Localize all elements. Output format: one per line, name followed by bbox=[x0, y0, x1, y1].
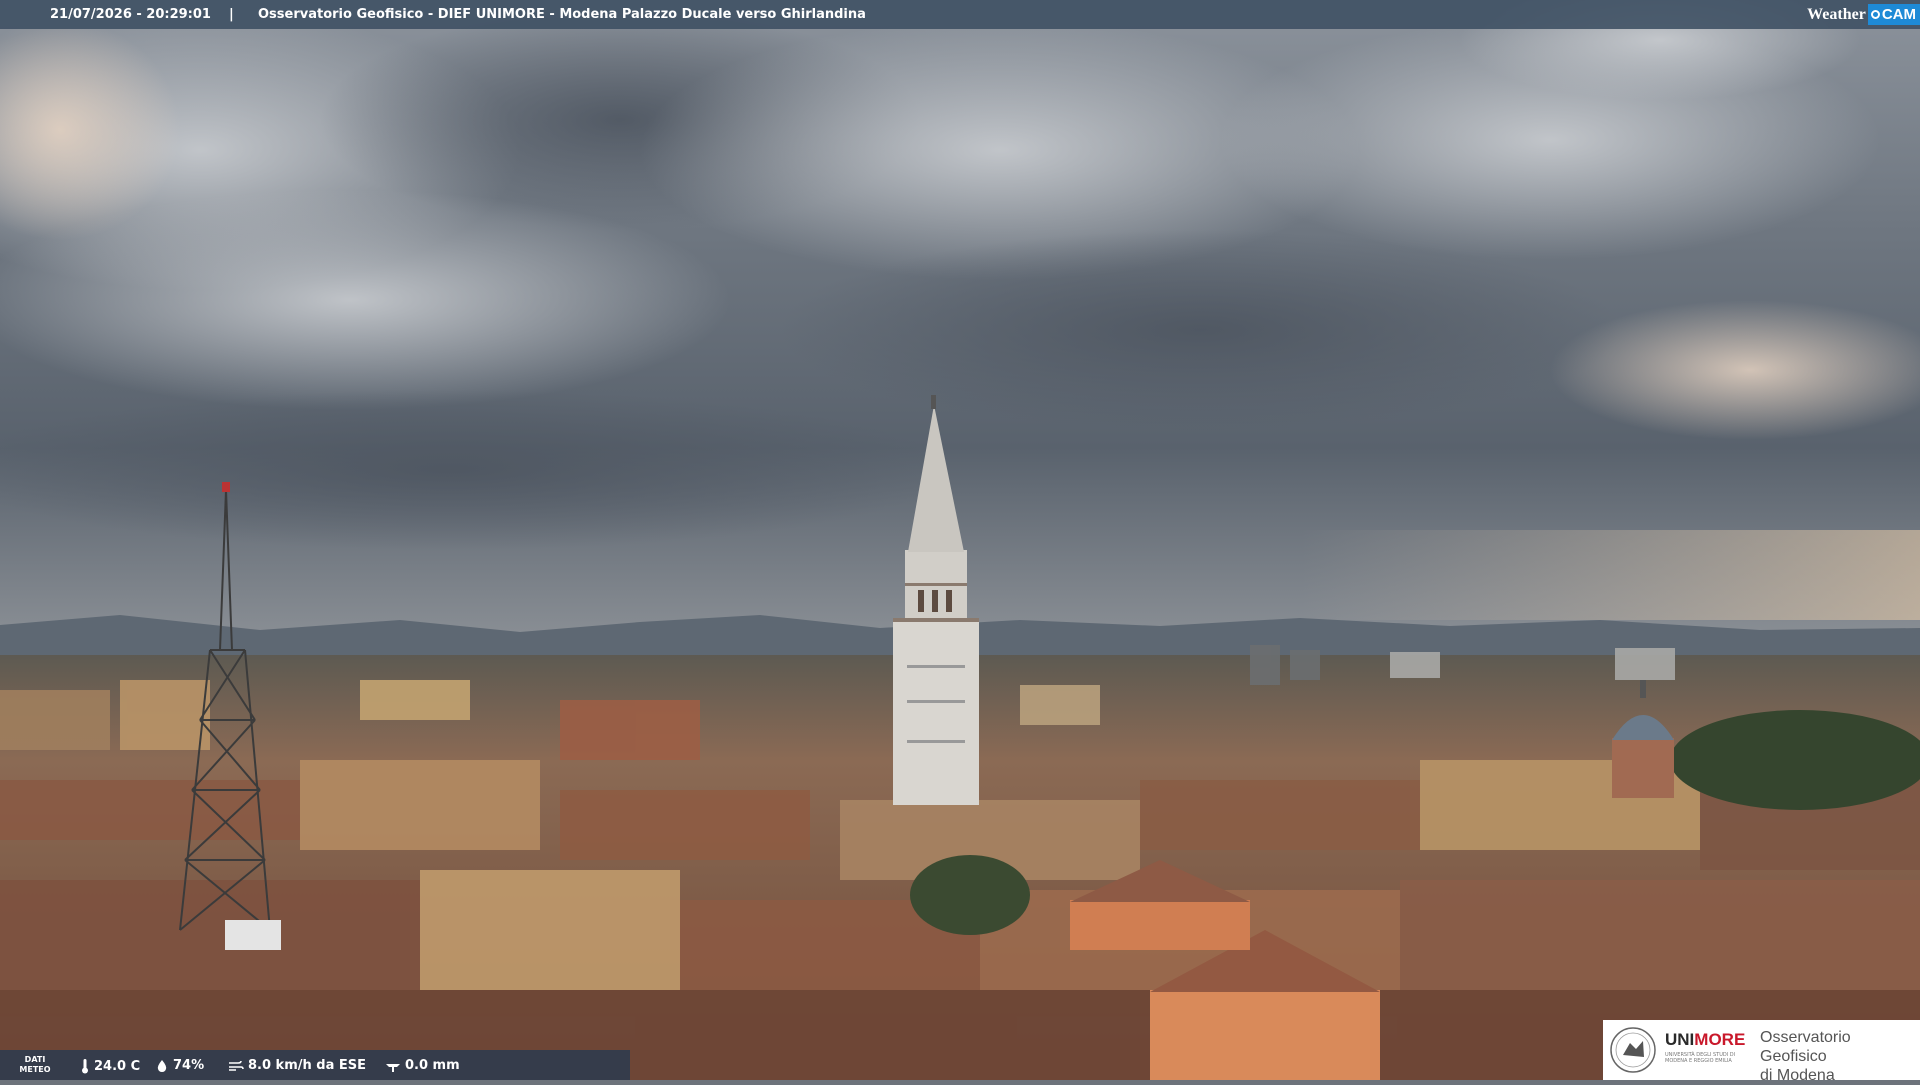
thermometer-icon bbox=[82, 1059, 88, 1074]
unimore-subtitle: UNIVERSITÀ DEGLI STUDI DI MODENA E REGGI… bbox=[1665, 1052, 1735, 1064]
unimore-sub-line2: MODENA E REGGIO EMILIA bbox=[1665, 1058, 1732, 1064]
brand-weather: Weather bbox=[1807, 5, 1866, 23]
wind-icon bbox=[229, 1060, 244, 1071]
meteo-label-line2: METEO bbox=[19, 1065, 51, 1074]
rain-reading: 0.0 mm bbox=[385, 1058, 460, 1073]
trees-right bbox=[1670, 710, 1920, 810]
observatory-line1: Osservatorio Geofisico bbox=[1760, 1029, 1851, 1065]
antenna-light bbox=[222, 482, 230, 492]
unimore-uni: UNI bbox=[1665, 1030, 1695, 1049]
wind-value: 8.0 km/h da ESE bbox=[248, 1058, 367, 1073]
unimore-seal-icon bbox=[1610, 1027, 1656, 1073]
rain-value: 0.0 mm bbox=[405, 1058, 460, 1073]
meteo-label-line1: DATI bbox=[24, 1055, 46, 1064]
sunset-glow bbox=[1300, 530, 1920, 620]
weathercam-logo: Weather CAM bbox=[1807, 0, 1920, 29]
temperature-reading: 24.0 C bbox=[80, 1058, 140, 1074]
humidity-reading: 74% bbox=[155, 1058, 204, 1073]
separator: | bbox=[229, 7, 234, 22]
brand-cam-box: CAM bbox=[1867, 4, 1920, 25]
rain-gauge-icon bbox=[386, 1063, 400, 1072]
unimore-name: UNIMORE bbox=[1665, 1030, 1745, 1050]
humidity-value: 74% bbox=[173, 1058, 205, 1073]
humidity-drop-icon bbox=[157, 1059, 167, 1072]
camera-title: Osservatorio Geofisico - DIEF UNIMORE - … bbox=[258, 7, 866, 22]
cam-dot-icon bbox=[1870, 10, 1880, 19]
meteo-label: DATI METEO bbox=[0, 1050, 70, 1080]
unimore-more: MORE bbox=[1694, 1030, 1746, 1049]
meteo-bar: DATI METEO 24.0 C 74% 8.0 km/h da ESE 0.… bbox=[0, 1050, 630, 1080]
temperature-value: 24.0 C bbox=[94, 1058, 141, 1074]
unimore-logo: UNIMORE UNIVERSITÀ DEGLI STUDI DI MODENA… bbox=[1603, 1020, 1920, 1084]
observatory-name: Osservatorio Geofisico di Modena bbox=[1760, 1028, 1920, 1085]
timestamp: 21/07/2026 - 20:29:01 bbox=[50, 7, 211, 22]
wind-reading: 8.0 km/h da ESE bbox=[228, 1058, 366, 1073]
brand-cam: CAM bbox=[1881, 6, 1916, 23]
webcam-scene bbox=[0, 0, 1920, 1080]
observatory-line2: di Modena bbox=[1760, 1067, 1835, 1084]
antenna-equipment bbox=[225, 920, 281, 950]
camera-info-bar: 21/07/2026 - 20:29:01 | Osservatorio Geo… bbox=[0, 0, 1920, 29]
trees-center bbox=[910, 855, 1030, 935]
